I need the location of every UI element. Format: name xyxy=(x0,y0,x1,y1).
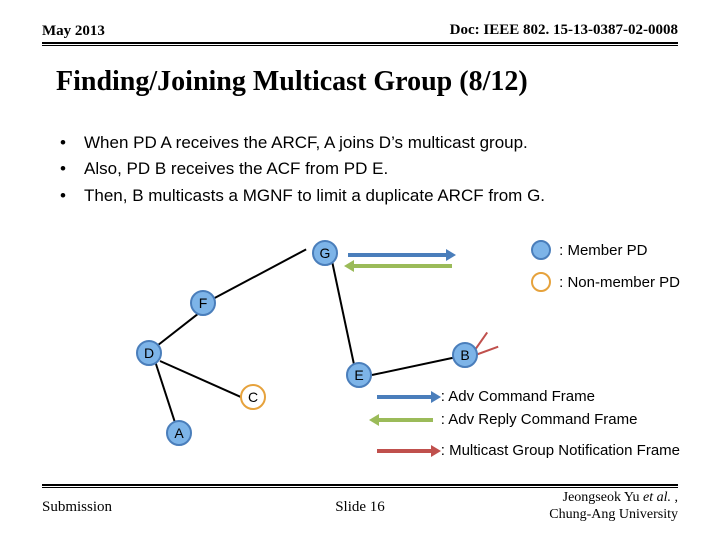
bullet-item: •When PD A receives the ARCF, A joins D’… xyxy=(60,130,674,156)
footer-rule xyxy=(42,487,678,488)
header-doc-id: Doc: IEEE 802. 15-13-0387-02-0008 xyxy=(450,22,678,39)
arrow-adv-cmd xyxy=(348,253,448,257)
edge-e-b xyxy=(372,355,462,376)
edge-g-f xyxy=(209,248,307,301)
slide: May 2013 Doc: IEEE 802. 15-13-0387-02-00… xyxy=(0,0,720,540)
node-label: G xyxy=(320,245,331,261)
footer-affiliation: Chung-Ang University xyxy=(549,507,678,522)
legend-adv-reply: : Adv Reply Command Frame xyxy=(377,411,680,428)
node-g: G xyxy=(312,240,338,266)
diagram: G F D C E B A : Member PD : Non-m xyxy=(0,240,720,460)
node-label: E xyxy=(354,367,363,383)
header: May 2013 Doc: IEEE 802. 15-13-0387-02-00… xyxy=(42,22,678,40)
node-label: C xyxy=(248,389,258,405)
bullet-list: •When PD A receives the ARCF, A joins D’… xyxy=(60,130,674,209)
legend-text: : Adv Command Frame xyxy=(441,388,595,405)
mgnf-arrow-icon xyxy=(377,449,433,453)
legend: : Member PD : Non-member PD xyxy=(531,240,680,298)
node-label: F xyxy=(199,295,208,311)
legend-text: : Non-member PD xyxy=(559,274,680,291)
bullet-text: Then, B multicasts a MGNF to limit a dup… xyxy=(84,183,545,209)
legend-mgnf: : Multicast Group Notification Frame xyxy=(377,442,680,459)
legend-text: : Multicast Group Notification Frame xyxy=(441,442,680,459)
node-b: B xyxy=(452,342,478,368)
bullet-item: •Also, PD B receives the ACF from PD E. xyxy=(60,156,674,182)
header-rule xyxy=(42,42,678,44)
legend-text: : Member PD xyxy=(559,242,647,259)
node-a: A xyxy=(166,420,192,446)
legend-adv-cmd: : Adv Command Frame xyxy=(377,388,680,405)
legend-nonmember: : Non-member PD xyxy=(531,272,680,292)
adv-cmd-arrow-icon xyxy=(377,395,433,399)
node-label: A xyxy=(174,425,183,441)
member-swatch-icon xyxy=(531,240,551,260)
footer-author: Jeongseok Yu et al. , Chung-Ang Universi… xyxy=(549,490,678,524)
edge-f-d xyxy=(152,310,202,350)
bullet-text: Also, PD B receives the ACF from PD E. xyxy=(84,156,388,182)
node-d: D xyxy=(136,340,162,366)
bullet-item: •Then, B multicasts a MGNF to limit a du… xyxy=(60,183,674,209)
bullet-text: When PD A receives the ARCF, A joins D’s… xyxy=(84,130,528,156)
legend-member: : Member PD xyxy=(531,240,680,260)
nonmember-swatch-icon xyxy=(531,272,551,292)
node-e: E xyxy=(346,362,372,388)
adv-reply-arrow-icon xyxy=(377,418,433,422)
edge-d-c xyxy=(160,360,245,399)
node-label: D xyxy=(144,345,154,361)
legend-text: : Adv Reply Command Frame xyxy=(441,411,638,428)
slide-title: Finding/Joining Multicast Group (8/12) xyxy=(56,66,528,98)
header-date: May 2013 xyxy=(42,23,105,39)
node-label: B xyxy=(460,347,469,363)
edge-g-e xyxy=(331,261,358,379)
footer-etal: et al. xyxy=(643,490,671,505)
arrow-adv-reply xyxy=(352,264,452,268)
node-f: F xyxy=(190,290,216,316)
legend-arrows: : Adv Command Frame : Adv Reply Command … xyxy=(377,388,680,465)
node-c: C xyxy=(240,384,266,410)
